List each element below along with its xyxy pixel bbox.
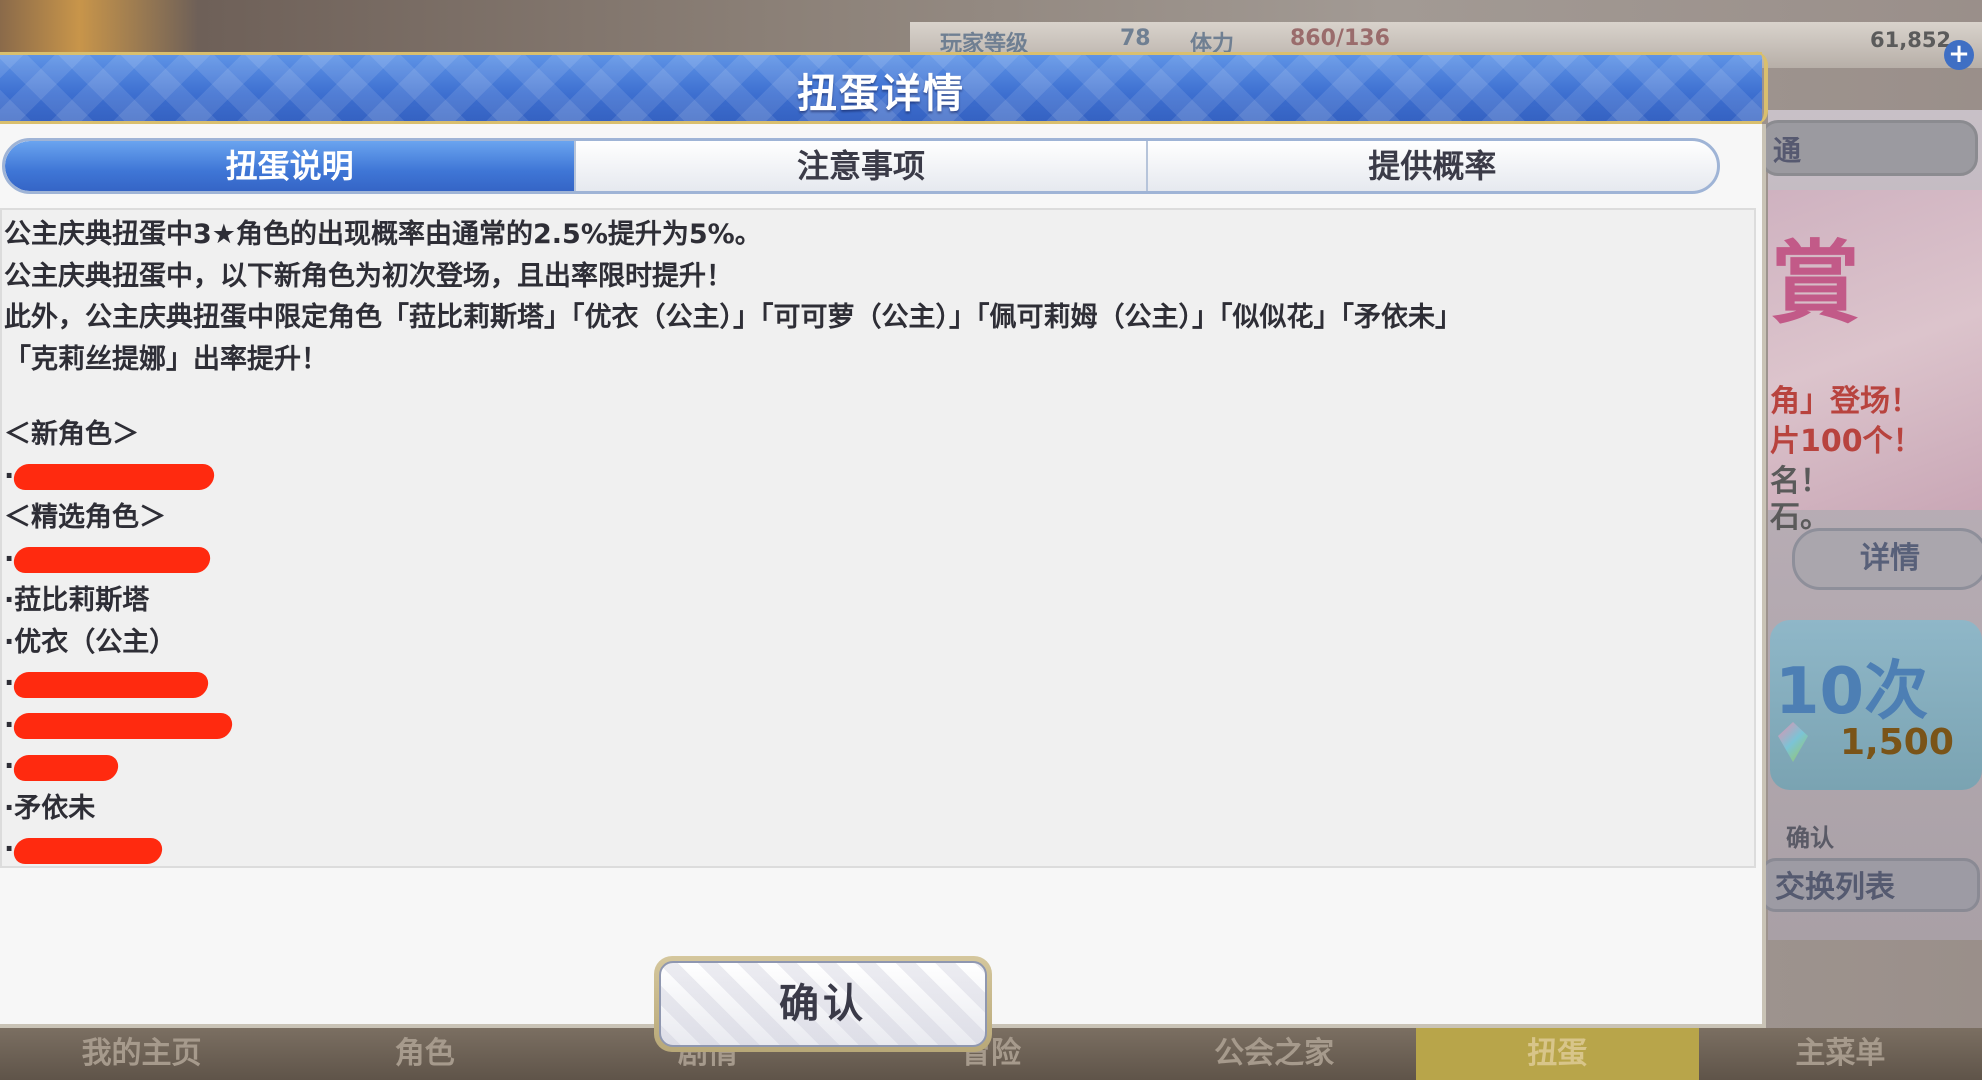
side-small-label: 确认: [1786, 824, 1834, 852]
description-line: 公主庆典扭蛋中，以下新角色为初次登场，且出率限时提升！: [4, 260, 733, 292]
nav-item-gacha[interactable]: 扭蛋: [1415, 1028, 1699, 1080]
dialog-header: 扭蛋详情: [0, 51, 1768, 125]
redaction-mark: [12, 713, 235, 739]
stamina-value: 860/136: [1290, 26, 1390, 51]
description-scroll-area[interactable]: 公主庆典扭蛋中3★角色的出现概率由通常的2.5%提升为5%。 公主庆典扭蛋中，以…: [0, 208, 1756, 868]
bullet: ·: [4, 709, 15, 741]
bullet: ·: [4, 834, 15, 865]
dialog-body: 扭蛋说明 注意事项 提供概率 公主庆典扭蛋中3★角色的出现概率由通常的2.5%提…: [0, 124, 1766, 1052]
player-level-value: 78: [1120, 26, 1151, 51]
bullet: ·: [4, 543, 15, 575]
section-header-new: ＜新角色＞: [4, 419, 139, 450]
description-line: 此外，公主庆典扭蛋中限定角色「菈比莉斯塔」「优衣（公主）」「可可萝（公主）」「佩…: [4, 302, 1462, 333]
list-item: ·优衣（公主）: [4, 626, 177, 658]
list-item-redacted: ·: [4, 746, 1746, 788]
bullet: ·: [4, 460, 15, 492]
tab-gacha-description[interactable]: 扭蛋说明: [5, 141, 575, 191]
dialog-title: 扭蛋详情: [797, 71, 965, 117]
redaction-mark: [12, 464, 217, 490]
list-item: ·菈比莉斯塔: [4, 585, 150, 616]
ten-pull-label: 10次: [1775, 655, 1929, 729]
list-item-redacted: ·: [4, 829, 1746, 871]
list-item-redacted: ·: [4, 705, 1746, 747]
redaction-mark: [12, 547, 213, 573]
banner-line: 角」登场！: [1770, 384, 1920, 419]
tab-notes[interactable]: 注意事项: [574, 141, 1145, 191]
side-top-button[interactable]: 通: [1760, 120, 1978, 176]
section-header-featured: ＜精选角色＞: [4, 502, 166, 533]
nav-item-menu[interactable]: 主菜单: [1699, 1028, 1982, 1080]
banner-kanji: 賞: [1770, 231, 1860, 336]
nav-item-guild[interactable]: 公会之家: [1133, 1028, 1416, 1080]
exchange-list-button[interactable]: 交换列表: [1760, 858, 1980, 912]
confirm-button-label: 确认: [659, 961, 987, 1047]
add-gems-button[interactable]: +: [1944, 40, 1974, 70]
gem-count: 61,852: [1870, 28, 1952, 52]
redaction-mark: [12, 837, 165, 864]
nav-item-characters[interactable]: 角色: [283, 1028, 566, 1080]
list-item-redacted: ·: [4, 539, 1746, 581]
banner-detail-button[interactable]: 详情: [1792, 528, 1982, 590]
description-line: 公主庆典扭蛋中3★角色的出现概率由通常的2.5%提升为5%。: [4, 219, 762, 250]
nav-item-home[interactable]: 我的主页: [0, 1028, 283, 1080]
redaction-mark: [12, 671, 211, 698]
list-item: ·矛依未: [4, 792, 96, 824]
tab-bar: 扭蛋说明 注意事项 提供概率: [2, 138, 1720, 194]
list-item-redacted: ·: [4, 663, 1746, 705]
redaction-mark: [12, 754, 121, 781]
ten-pull-cost: 1,500: [1840, 722, 1954, 763]
tab-rates[interactable]: 提供概率: [1145, 141, 1717, 191]
banner-line: 片100个！: [1770, 424, 1923, 459]
bullet: ·: [4, 751, 15, 782]
bullet: ·: [4, 668, 15, 699]
header-ornament: [1738, 51, 1768, 125]
confirm-button[interactable]: 确认: [654, 956, 992, 1052]
gacha-detail-dialog: 扭蛋详情 扭蛋说明 注意事项 提供概率 公主庆典扭蛋中3★角色的出现概率由通常的…: [0, 51, 1770, 1052]
description-line: 「克莉丝提娜」出率提升！: [4, 343, 328, 375]
list-item-redacted: ·: [4, 456, 1746, 498]
